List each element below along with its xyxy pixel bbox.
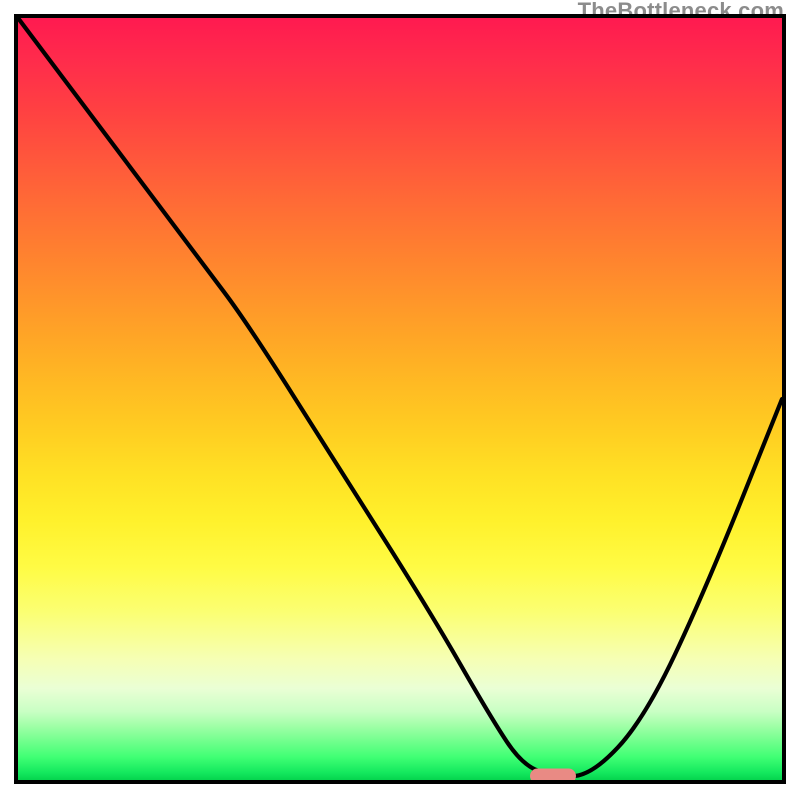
chart-container: TheBottleneck.com: [0, 0, 800, 800]
plot-area: [14, 14, 786, 784]
bottleneck-curve: [18, 18, 782, 780]
optimum-marker: [530, 769, 576, 784]
